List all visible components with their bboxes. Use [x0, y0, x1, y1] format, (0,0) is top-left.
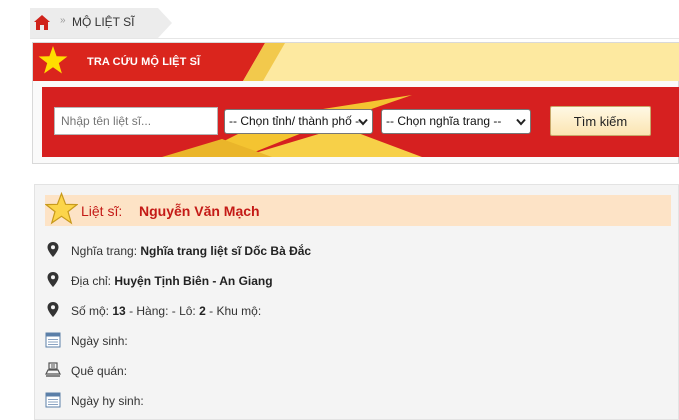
map-pin-icon	[47, 242, 59, 257]
martyr-name: Nguyễn Văn Mạch	[139, 203, 260, 219]
area-label: - Khu mộ:	[209, 304, 262, 318]
calendar-icon	[45, 332, 61, 348]
grave-row: Số mộ: 13 - Hàng: - Lô: 2 - Khu mộ:	[45, 300, 645, 320]
hometown-label: Quê quán:	[71, 364, 128, 378]
address-row: Địa chỉ: Huyện Tịnh Biên - An Giang	[45, 270, 645, 290]
address-text: Địa chỉ: Huyện Tịnh Biên - An Giang	[71, 274, 273, 288]
map-pin-icon	[47, 302, 59, 317]
grave-number: 13	[112, 304, 126, 318]
address-label: Địa chỉ:	[71, 274, 112, 288]
search-panel-title: TRA CỨU MỘ LIỆT SĨ	[87, 56, 201, 68]
home-icon[interactable]	[34, 15, 50, 30]
row-label: - Hàng: - Lô:	[129, 304, 196, 318]
star-icon	[45, 192, 78, 225]
breadcrumb-separator: »	[60, 15, 66, 26]
hometown-row: Quê quán:	[45, 360, 645, 380]
lot-number: 2	[199, 304, 206, 318]
cemetery-select-value: -- Chọn nghĩa trang --	[386, 114, 502, 128]
cemetery-select[interactable]: -- Chọn nghĩa trang --	[381, 109, 531, 134]
birth-date-label: Ngày sinh:	[71, 334, 128, 348]
breadcrumb: » MỘ LIỆT SĨ	[0, 0, 679, 42]
monument-icon	[45, 362, 61, 377]
calendar-icon	[45, 392, 61, 408]
province-select-value: -- Chọn tỉnh/ thành phố --	[229, 114, 364, 128]
death-date-row: Ngày hy sinh:	[45, 390, 645, 410]
martyr-detail-panel: Liệt sĩ: Nguyễn Văn Mạch Nghĩa trang: Ng…	[34, 184, 679, 420]
chevron-down-icon	[358, 118, 368, 126]
martyr-title-prefix: Liệt sĩ:	[81, 203, 123, 219]
cemetery-label: Nghĩa trang:	[71, 244, 138, 258]
search-button[interactable]: Tìm kiếm	[550, 106, 651, 136]
address-value: Huyện Tịnh Biên - An Giang	[114, 274, 273, 288]
cemetery-row: Nghĩa trang: Nghĩa trang liệt sĩ Dốc Bà …	[45, 240, 645, 260]
martyr-name-input[interactable]	[54, 107, 218, 135]
chevron-down-icon	[516, 118, 526, 126]
cemetery-text: Nghĩa trang: Nghĩa trang liệt sĩ Dốc Bà …	[71, 244, 311, 258]
cemetery-value: Nghĩa trang liệt sĩ Dốc Bà Đắc	[140, 244, 312, 258]
grave-text: Số mộ: 13 - Hàng: - Lô: 2 - Khu mộ:	[71, 304, 261, 318]
martyr-title-bar: Liệt sĩ: Nguyễn Văn Mạch	[45, 192, 671, 226]
province-select[interactable]: -- Chọn tỉnh/ thành phố --	[224, 109, 373, 134]
divider	[30, 38, 679, 39]
search-panel: TRA CỨU MỘ LIỆT SĨ -- Chọn tỉnh/ thành p…	[32, 42, 679, 164]
death-date-label: Ngày hy sinh:	[71, 394, 144, 408]
grave-label: Số mộ:	[71, 304, 110, 318]
map-pin-icon	[47, 272, 59, 287]
breadcrumb-current[interactable]: MỘ LIỆT SĨ	[72, 15, 134, 29]
birth-date-row: Ngày sinh:	[45, 330, 645, 350]
